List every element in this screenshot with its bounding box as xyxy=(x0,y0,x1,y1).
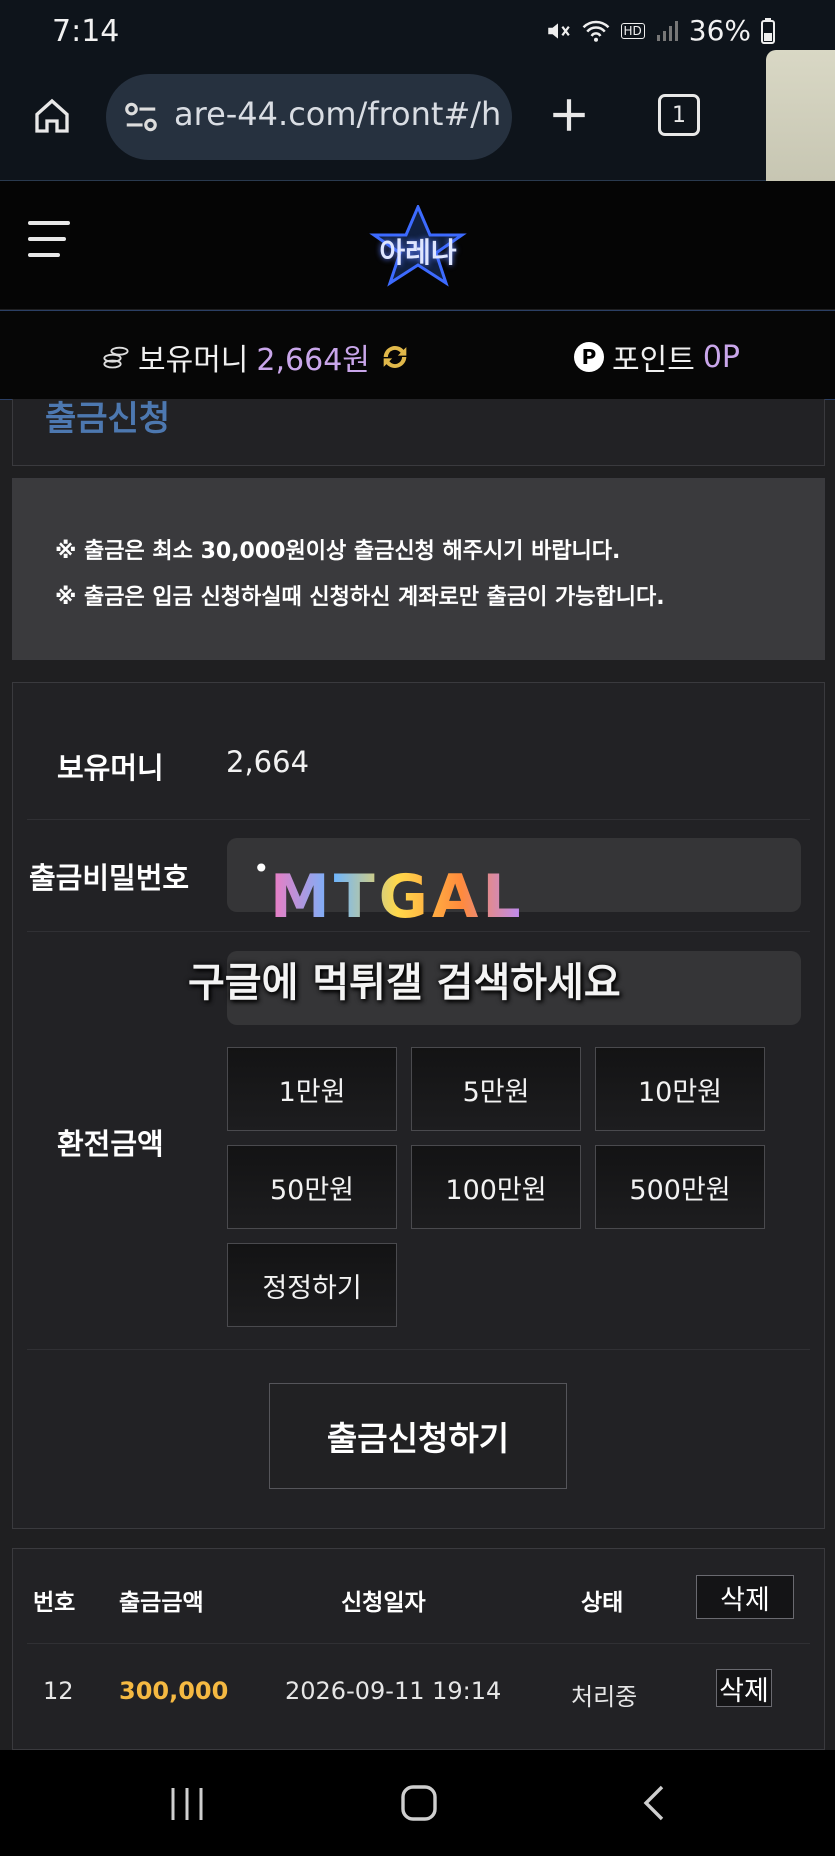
home-icon[interactable] xyxy=(32,96,72,136)
amount-button-10k[interactable]: 1만원 xyxy=(227,1047,397,1131)
notice-line-1: ※ 출금은 최소 30,000원이상 출금신청 해주시기 바랍니다. xyxy=(55,539,621,564)
site-logo[interactable]: 아레나 xyxy=(358,203,478,287)
address-bar[interactable]: are-44.com/front#/hea xyxy=(106,74,512,160)
status-bar: 7:14 HD 36% xyxy=(0,0,835,64)
divider xyxy=(27,1349,810,1350)
battery-icon xyxy=(761,17,775,44)
mute-icon xyxy=(547,22,570,39)
amount-label: 환전금액 xyxy=(57,1127,164,1161)
row-no: 12 xyxy=(43,1677,74,1705)
amount-button-100k[interactable]: 10만원 xyxy=(595,1047,765,1131)
money-bar: 보유머니 2,664원 P 포인트 0P xyxy=(0,310,835,400)
recent-apps-icon[interactable] xyxy=(168,1786,206,1822)
watermark-text: 구글에 먹튀갤 검색하세요 xyxy=(188,960,621,1006)
point-icon: P xyxy=(574,342,604,372)
row-amount: 300,000 xyxy=(119,1677,229,1705)
title-panel: 출금신청 xyxy=(12,399,825,466)
row-delete-button[interactable]: 삭제 xyxy=(716,1669,772,1707)
point-value: 0P xyxy=(702,339,740,375)
status-icons: HD 36% xyxy=(545,14,775,47)
menu-icon[interactable] xyxy=(28,219,70,259)
battery-percent: 36% xyxy=(688,14,751,47)
logo-text: 아레나 xyxy=(379,236,457,269)
submit-withdraw-button[interactable]: 출금신청하기 xyxy=(269,1383,567,1489)
table-row: 12 300,000 2026-09-11 19:14 처리중 삭제 xyxy=(13,1549,824,1749)
amount-button-50k[interactable]: 5만원 xyxy=(411,1047,581,1131)
money-value: 2,664원 xyxy=(256,343,370,378)
status-time: 7:14 xyxy=(52,14,120,49)
amount-button-500k[interactable]: 50만원 xyxy=(227,1145,397,1229)
notice-line-2: ※ 출금은 입금 신청하실때 신청하신 계좌로만 출금이 가능합니다. xyxy=(55,585,665,610)
signal-icon xyxy=(656,20,678,41)
watermark-logo: MTGAL xyxy=(270,862,525,932)
divider xyxy=(27,819,810,820)
money-row-label: 보유머니 xyxy=(57,751,164,785)
reset-button[interactable]: 정정하기 xyxy=(227,1243,397,1327)
url-text[interactable]: are-44.com/front#/hea xyxy=(174,95,500,133)
browser-toolbar: are-44.com/front#/hea 1 xyxy=(0,50,835,290)
site-header: 아레나 xyxy=(0,181,835,309)
withdraw-form: 보유머니 2,664 출금비밀번호 • 환전금액 1만원 5만원 10만원 50… xyxy=(12,682,825,1529)
new-tab-icon[interactable] xyxy=(548,94,590,136)
password-label: 출금비밀번호 xyxy=(29,861,190,895)
money-info: 보유머니 2,664원 xyxy=(102,335,412,379)
site-settings-icon[interactable] xyxy=(122,98,160,136)
money-label: 보유머니 xyxy=(138,343,249,378)
system-nav-bar xyxy=(0,1750,835,1856)
row-date: 2026-09-11 19:14 xyxy=(285,1677,502,1705)
hd-voice-icon: HD xyxy=(620,22,645,39)
tab-switcher-button[interactable]: 1 xyxy=(658,94,700,136)
refresh-icon[interactable] xyxy=(378,340,412,374)
money-row-value: 2,664 xyxy=(226,745,310,779)
withdraw-history-table: 번호 출금금액 신청일자 상태 삭제 12 300,000 2026-09-11… xyxy=(12,1548,825,1750)
point-info: P 포인트 0P xyxy=(574,335,740,379)
page-title: 출금신청 xyxy=(45,399,171,439)
amount-button-5m[interactable]: 500만원 xyxy=(595,1145,765,1229)
amount-button-1m[interactable]: 100만원 xyxy=(411,1145,581,1229)
password-mask: • xyxy=(253,852,270,885)
coins-icon xyxy=(103,346,129,369)
back-icon[interactable] xyxy=(640,1784,666,1822)
row-status: 처리중 xyxy=(571,1683,638,1711)
wifi-icon xyxy=(582,20,609,42)
notice-panel: ※ 출금은 최소 30,000원이상 출금신청 해주시기 바랍니다. ※ 출금은… xyxy=(12,478,825,660)
home-button-icon[interactable] xyxy=(400,1784,438,1822)
point-label: 포인트 xyxy=(612,343,695,378)
